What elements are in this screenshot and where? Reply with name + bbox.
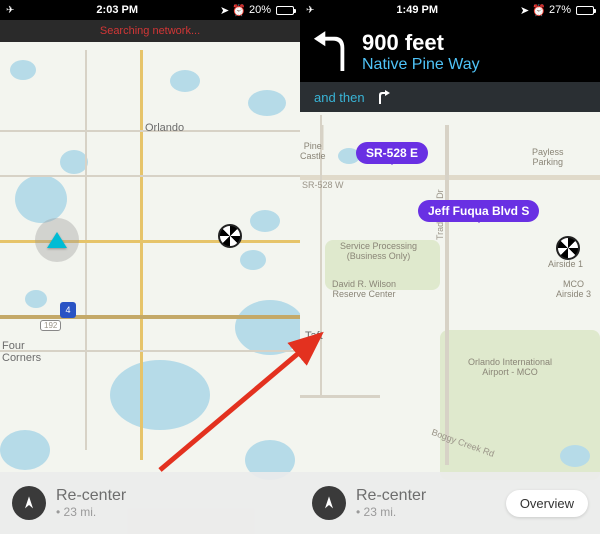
- distance-remaining: • 23 mi.: [356, 505, 426, 519]
- airplane-mode-icon: ✈: [6, 5, 14, 16]
- current-location-marker: [35, 218, 79, 262]
- label-airside3: MCO Airside 3: [556, 280, 591, 300]
- screenshot-pair: ✈ 2:03 PM ➤ ⏰ 20% Searching network...: [0, 0, 600, 534]
- network-banner: Searching network...: [0, 20, 300, 42]
- alarm-icon: ⏰: [232, 4, 246, 17]
- destination-marker: [556, 236, 580, 260]
- label-wilson: David R. Wilson Reserve Center: [332, 280, 396, 300]
- and-then-bar[interactable]: and then: [300, 82, 600, 112]
- nav-street: Native Pine Way: [362, 56, 480, 74]
- battery-percent: 20%: [249, 4, 271, 16]
- label-service-processing: Service Processing (Business Only): [340, 242, 417, 262]
- status-time: 2:03 PM: [14, 4, 220, 16]
- city-label-four-corners: Four Corners: [2, 340, 41, 364]
- status-time: 1:49 PM: [314, 4, 520, 16]
- bottom-bar: Re-center • 23 mi. Overview: [300, 472, 600, 534]
- city-label-orlando: Orlando: [145, 122, 184, 134]
- label-payless: Payless Parking: [532, 148, 564, 168]
- label-airport: Orlando International Airport - MCO: [468, 358, 552, 378]
- recenter-button[interactable]: [12, 486, 46, 520]
- route-label-fuqua: Jeff Fuqua Blvd S: [418, 200, 539, 222]
- nav-distance: 900 feet: [362, 30, 480, 56]
- distance-remaining: • 23 mi.: [56, 505, 126, 519]
- alarm-icon: ⏰: [532, 4, 546, 17]
- recenter-label: Re-center: [56, 487, 126, 505]
- location-arrow-icon: ➤: [520, 4, 529, 17]
- left-screen: ✈ 2:03 PM ➤ ⏰ 20% Searching network...: [0, 0, 300, 534]
- status-bar: ✈ 2:03 PM ➤ ⏰ 20%: [0, 0, 300, 20]
- road-label-528w: SR-528 W: [302, 180, 344, 190]
- and-then-label: and then: [314, 90, 365, 105]
- turn-left-icon: [312, 31, 350, 73]
- destination-marker: [218, 224, 242, 248]
- recenter-label: Re-center: [356, 487, 426, 505]
- status-bar: ✈ 1:49 PM ➤ ⏰ 27%: [300, 0, 600, 20]
- route-shield-192: 192: [40, 320, 61, 331]
- airplane-mode-icon: ✈: [306, 5, 314, 16]
- route-label-528e: SR-528 E: [356, 142, 428, 164]
- overview-button[interactable]: Overview: [506, 490, 588, 517]
- label-airside1: Airside 1: [548, 260, 583, 270]
- interstate-shield: 4: [60, 302, 76, 318]
- recenter-button[interactable]: [312, 486, 346, 520]
- map-canvas[interactable]: Orlando Four Corners 192 4: [0, 0, 300, 534]
- label-taft: Taft: [305, 330, 323, 342]
- bottom-bar: Re-center • 23 mi.: [0, 472, 300, 534]
- nav-direction-panel[interactable]: 900 feet Native Pine Way: [300, 20, 600, 82]
- battery-percent: 27%: [549, 4, 571, 16]
- location-arrow-icon: ➤: [220, 4, 229, 17]
- battery-icon: [274, 6, 294, 15]
- right-screen: ✈ 1:49 PM ➤ ⏰ 27% 900 feet Native Pine W…: [300, 0, 600, 534]
- turn-right-icon: [375, 89, 391, 105]
- battery-icon: [574, 6, 594, 15]
- label-pine-castle: Pine Castle: [300, 142, 326, 162]
